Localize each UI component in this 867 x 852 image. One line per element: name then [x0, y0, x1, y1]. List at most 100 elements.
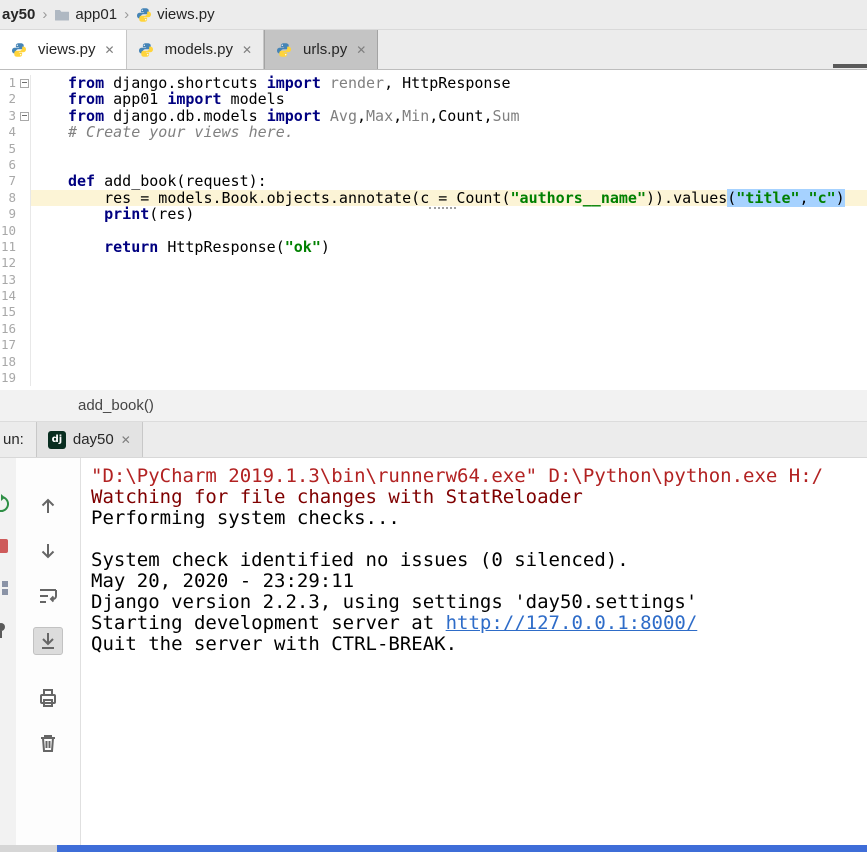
gutter: 8: [0, 190, 31, 206]
code-token: ,: [429, 107, 438, 125]
fold-space: [19, 288, 30, 304]
close-icon[interactable]: ✕: [121, 433, 131, 447]
fold-space: [19, 370, 30, 386]
tab-models.py[interactable]: models.py ✕: [127, 30, 264, 69]
django-icon: dj: [48, 431, 66, 449]
code-editor[interactable]: 1from django.shortcuts import render, Ht…: [0, 70, 867, 390]
soft-wrap-button[interactable]: [33, 582, 63, 610]
code-token: "c": [809, 189, 836, 207]
code-token: ,: [357, 107, 366, 125]
breadcrumb-item[interactable]: views.py: [157, 6, 215, 23]
tab-urls.py[interactable]: urls.py✕: [264, 30, 378, 69]
line-number: 5: [8, 141, 19, 157]
console-text: Quit the server with CTRL-BREAK.: [91, 633, 457, 655]
console-output[interactable]: "D:\PyCharm 2019.1.3\bin\runnerw64.exe" …: [81, 458, 867, 845]
console-text: Starting development server at: [91, 612, 446, 634]
tab-label: models.py: [165, 41, 233, 58]
taskbar-gap: [0, 845, 57, 852]
print-button[interactable]: [33, 684, 63, 712]
console-line: Starting development server at http://12…: [91, 613, 867, 634]
editor-breadcrumb-bar: add_book(): [0, 390, 867, 422]
code-token: )).values: [646, 189, 727, 207]
line-number: 8: [8, 190, 19, 206]
fold-space: [19, 206, 30, 222]
editor-line: 2from app01 import models: [0, 91, 867, 107]
editor-line: 18: [0, 354, 867, 370]
editor-line: 8 res = models.Book.objects.annotate(c =…: [0, 190, 867, 206]
code-token: def: [68, 172, 95, 190]
editor-line: 13: [0, 272, 867, 288]
console-line: Performing system checks...: [91, 508, 867, 529]
editor-tab-bar: views.py✕models.py✕urls.py✕: [0, 30, 867, 70]
up-arrow-button[interactable]: [33, 492, 63, 520]
console-link[interactable]: http://127.0.0.1:8000/: [446, 612, 698, 634]
line-number: 11: [1, 239, 19, 255]
function-breadcrumb[interactable]: add_book(): [78, 397, 154, 414]
gutter: 3: [0, 108, 31, 124]
gutter: 7: [0, 173, 31, 189]
run-tab-day50[interactable]: dj day50 ✕: [36, 422, 143, 457]
line-number: 19: [1, 370, 19, 386]
code-token: add_book(request):: [95, 172, 267, 190]
editor-line: 17: [0, 337, 867, 353]
gutter: 10: [0, 223, 31, 239]
code-line: res = models.Book.objects.annotate(c = C…: [31, 190, 867, 206]
close-icon[interactable]: ✕: [356, 43, 366, 57]
editor-line: 6: [0, 157, 867, 173]
code-token: print: [104, 205, 149, 223]
run-panel-label: un:: [0, 422, 28, 457]
tab-scrollbar-thumb[interactable]: [833, 64, 867, 68]
console-line: Watching for file changes with StatReloa…: [91, 487, 867, 508]
tab-views.py[interactable]: views.py✕: [0, 30, 127, 69]
code-token: Count: [438, 107, 483, 125]
gutter: 11: [0, 239, 31, 255]
breadcrumb-item[interactable]: ay50: [2, 6, 35, 23]
editor-line: 16: [0, 321, 867, 337]
close-icon[interactable]: ✕: [242, 43, 252, 57]
taskbar-strip: [57, 845, 867, 852]
line-number: 12: [1, 255, 19, 271]
code-token: "title": [736, 189, 799, 207]
code-token: import: [267, 107, 321, 125]
gutter: 2: [0, 91, 31, 107]
gutter: 5: [0, 141, 31, 157]
code-line: print(res): [31, 206, 867, 222]
console-line: System check identified no issues (0 sil…: [91, 550, 867, 571]
fold-space: [19, 124, 30, 140]
editor-line: 11 return HttpResponse("ok"): [0, 239, 867, 255]
breadcrumb: ay50›app01›views.py: [0, 0, 867, 30]
layout-button[interactable]: [0, 578, 16, 598]
code-token: ,: [393, 107, 402, 125]
down-arrow-button[interactable]: [33, 537, 63, 565]
python-icon: [11, 42, 27, 58]
editor-line: 1from django.shortcuts import render, Ht…: [0, 75, 867, 91]
line-number: 18: [1, 354, 19, 370]
code-line: return HttpResponse("ok"): [31, 239, 867, 255]
close-icon[interactable]: ✕: [105, 43, 115, 57]
code-line: [31, 354, 867, 370]
rerun-button[interactable]: [0, 494, 16, 514]
breadcrumb-item[interactable]: app01: [75, 6, 117, 23]
console-line: [91, 529, 867, 550]
stop-button[interactable]: [0, 536, 16, 556]
pin-button[interactable]: [0, 620, 16, 640]
code-line: [31, 255, 867, 271]
console-text: May 20, 2020 - 23:29:11: [91, 570, 354, 592]
editor-line: 19: [0, 370, 867, 386]
code-line: [31, 223, 867, 239]
code-line: from django.shortcuts import render, Htt…: [31, 75, 867, 91]
code-token: ,: [800, 189, 809, 207]
code-token: Max: [366, 107, 393, 125]
code-token: [68, 238, 104, 256]
fold-space: [19, 255, 30, 271]
code-line: # Create your views here.: [31, 124, 867, 140]
gutter: 9: [0, 206, 31, 222]
run-tab-label: day50: [73, 431, 114, 448]
gutter: 6: [0, 157, 31, 173]
code-token: ): [836, 189, 845, 207]
fold-icon[interactable]: [19, 75, 30, 91]
code-line: from app01 import models: [31, 91, 867, 107]
fold-icon[interactable]: [19, 108, 30, 124]
clear-button[interactable]: [33, 729, 63, 757]
scroll-to-end-button[interactable]: [33, 627, 63, 655]
